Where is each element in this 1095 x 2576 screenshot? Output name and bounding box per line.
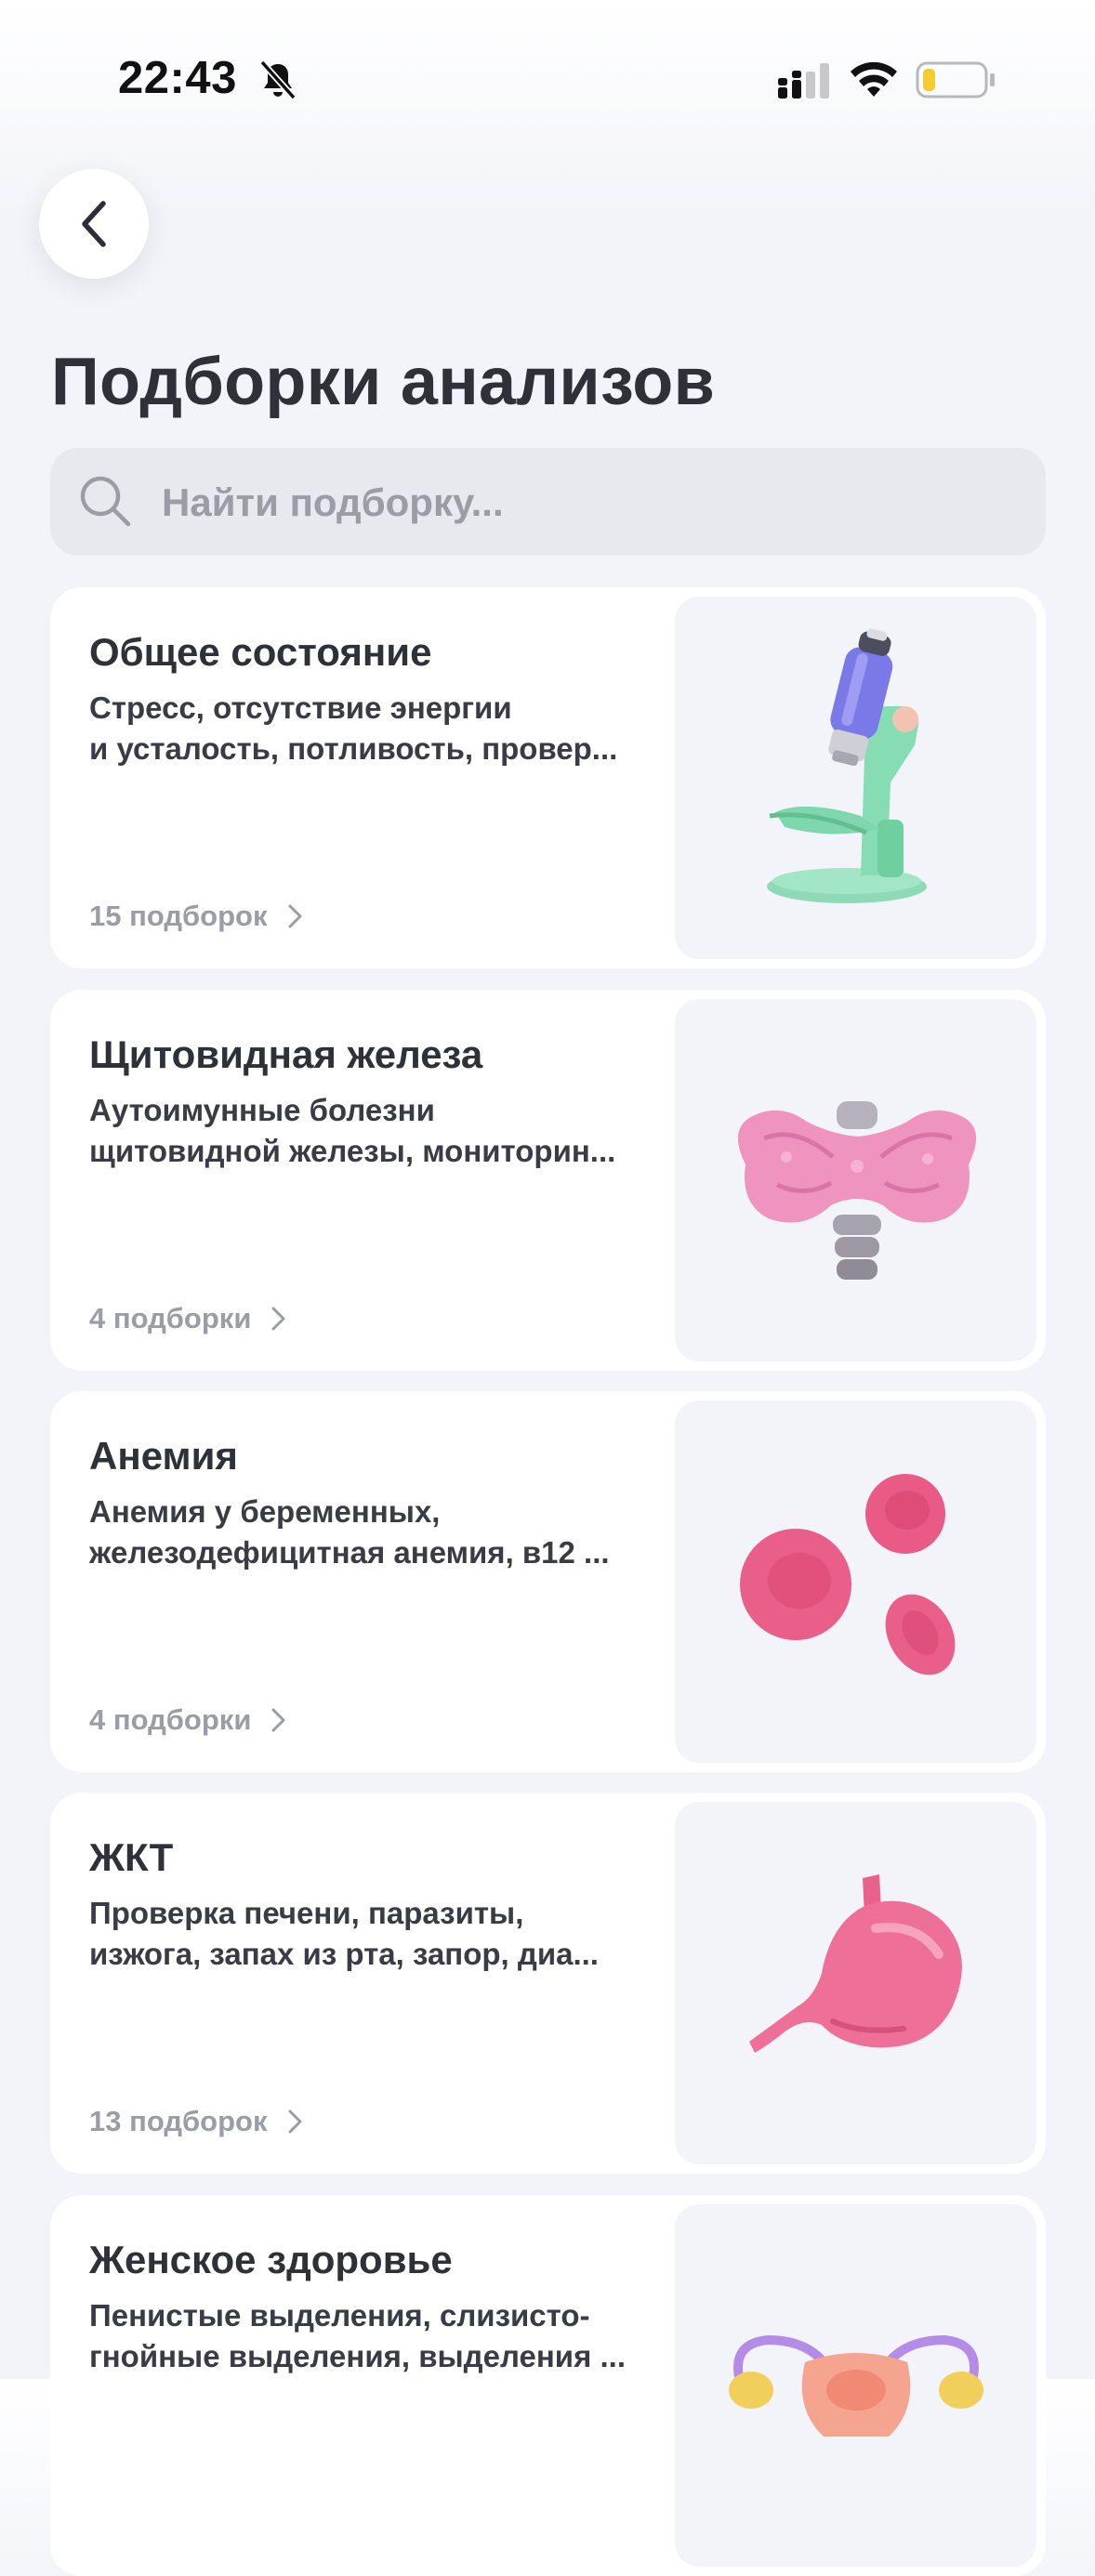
thyroid-icon — [737, 1101, 977, 1280]
card-title: Анемия — [89, 1434, 238, 1478]
card-image — [675, 597, 1036, 959]
bell-slash-icon — [259, 59, 297, 100]
status-time: 22:43 — [118, 53, 237, 103]
chevron-right-icon — [288, 2109, 301, 2134]
card-title: ЖКТ — [89, 1835, 174, 1879]
card-description: Анемия у беременных, железодефицитная ан… — [89, 1494, 610, 1570]
microscope-icon — [767, 628, 927, 903]
uterus-icon — [729, 2334, 983, 2437]
card-image — [675, 999, 1036, 1361]
search-input[interactable] — [160, 474, 1000, 532]
stomach-icon — [749, 1874, 962, 2053]
page-title: Подборки анализов — [51, 345, 716, 419]
chevron-right-icon — [288, 904, 301, 928]
status-bar: 22:43 — [0, 0, 1095, 158]
card-description: Стресс, отсутствие энергии и усталость, … — [89, 690, 618, 766]
collection-card-anemia[interactable]: Анемия Анемия у беременных, железодефици… — [50, 1391, 1046, 1772]
card-title: Щитовидная железа — [89, 1032, 483, 1076]
card-title: Женское здоровье — [89, 2238, 453, 2281]
card-title: Общее состояние — [89, 630, 432, 674]
card-image — [675, 1400, 1036, 1763]
collection-card-general[interactable]: Общее состояние Стресс, отсутствие энерг… — [50, 587, 1046, 968]
chevron-left-icon — [82, 201, 106, 247]
collection-card-thyroid[interactable]: Щитовидная железа Аутоимунные болезни щи… — [50, 990, 1046, 1371]
search-icon — [80, 476, 131, 527]
card-count-link[interactable]: 15 подборок — [89, 900, 305, 933]
card-description: Пенистые выделения, слизисто- гнойные вы… — [89, 2298, 627, 2373]
card-count-link[interactable]: 4 подборки — [89, 1302, 288, 1335]
battery-low-icon — [916, 61, 995, 99]
red-blood-cells-icon — [740, 1474, 956, 1676]
chevron-right-icon — [271, 1708, 285, 1732]
wifi-icon — [851, 61, 897, 97]
card-description: Проверка печени, паразиты, изжога, запах… — [89, 1896, 599, 1971]
card-count-link[interactable]: 4 подборки — [89, 1703, 288, 1737]
card-count-link[interactable]: 13 подборок — [89, 2105, 305, 2138]
card-description: Аутоимунные болезни щитовидной железы, м… — [89, 1093, 616, 1168]
collection-card-womens-health[interactable]: Женское здоровье Пенистые выделения, сли… — [50, 2195, 1046, 2576]
collection-card-gi[interactable]: ЖКТ Проверка печени, паразиты, изжога, з… — [50, 1793, 1046, 2174]
search-box[interactable] — [50, 448, 1046, 556]
card-image — [675, 1802, 1036, 2164]
back-button[interactable] — [39, 169, 149, 279]
cellular-signal-icon — [778, 63, 829, 99]
chevron-right-icon — [271, 1307, 285, 1331]
card-image — [675, 2204, 1036, 2567]
